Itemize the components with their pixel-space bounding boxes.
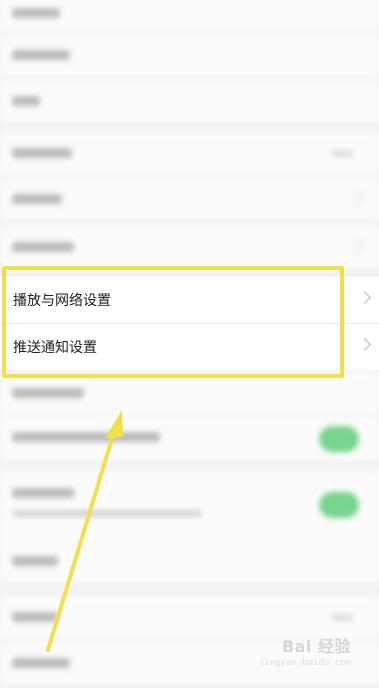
settings-screen: 播放与网络设置 推送通知设置 Bai 经验 jingyan.baidu.com — [0, 0, 379, 688]
blurred-row — [0, 372, 379, 416]
blurred-row — [0, 0, 379, 32]
chevron-right-icon — [358, 338, 371, 351]
toggle-switch — [319, 492, 359, 518]
blurred-row — [0, 132, 379, 176]
highlight-box — [2, 266, 344, 378]
toggle-switch — [319, 426, 359, 452]
blurred-row — [0, 416, 379, 462]
blurred-row — [0, 80, 379, 124]
blurred-row — [0, 540, 379, 584]
blurred-row — [0, 226, 379, 270]
chevron-right-icon — [346, 189, 364, 207]
chevron-right-icon — [358, 291, 371, 304]
watermark-url: jingyan.baidu.com — [258, 658, 351, 668]
chevron-right-icon — [346, 237, 364, 255]
blurred-row — [0, 178, 379, 222]
blurred-row — [0, 470, 379, 546]
blurred-row — [0, 34, 379, 78]
baidu-jingyan-watermark: Bai 经验 jingyan.baidu.com — [259, 633, 351, 668]
watermark-logo-text: Bai 经验 — [281, 637, 351, 656]
